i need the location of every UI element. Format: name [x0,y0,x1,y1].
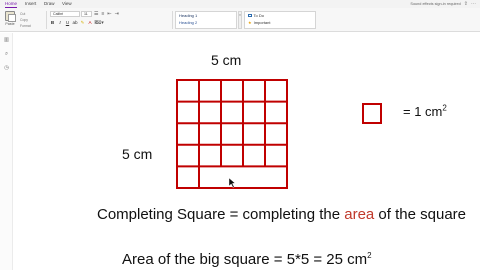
paste-button[interactable]: Paste [3,10,17,30]
ribbon-divider [46,11,47,29]
unit-equation-text: = 1 cm [403,104,443,119]
underline-icon[interactable]: U [65,20,70,26]
title-prefix: Completing Square = completing the [97,206,345,223]
numbered-list-icon[interactable]: ≡ [101,11,104,17]
styles-scroll-button[interactable]: ▾ [238,11,242,29]
search-icon[interactable]: ⌕ [0,47,13,61]
outdent-icon[interactable]: ⇤ [107,11,111,17]
style-heading-2[interactable]: Heading 2 [176,19,236,26]
tab-view[interactable]: View [62,0,72,7]
tab-insert[interactable]: Insert [25,0,36,7]
sign-in-hint[interactable]: Sound effects sign-in required [410,2,460,6]
font-color-icon[interactable]: A [88,20,93,26]
bold-icon[interactable]: B [50,20,55,26]
tag-important[interactable]: ★ Important [245,19,315,26]
unit-square-label: = 1 cm2 [403,104,447,119]
tab-draw[interactable]: Draw [44,0,55,7]
tab-home[interactable]: Home [5,0,18,8]
notebooks-icon[interactable]: ▥ [0,33,13,47]
bullet-list-icon[interactable]: ☰ [94,11,98,17]
paragraph-row-1: ☰ ≡ ⇤ ⇥ [94,11,119,17]
title-suffix: of the square [374,206,466,223]
page-title: Completing Square = completing the area … [97,206,466,223]
recent-icon[interactable]: ◷ [0,61,13,75]
unit-exponent: 2 [442,103,447,113]
font-size-dropdown[interactable]: 11 [81,11,92,17]
tag-to-do[interactable]: To Do [245,12,315,19]
big-square-grid [176,79,288,189]
grid-border [176,79,288,189]
grid-height-label: 5 cm [122,146,153,162]
area-equation-text: Area of the big square = 5*5 = 25 cm [122,251,368,268]
menu-bar: Home Insert Draw View Sound effects sign… [0,0,480,8]
clipboard-icon [5,11,16,22]
format-painter-button[interactable]: Format [20,23,31,29]
unit-square [362,103,382,124]
grid-width-label: 5 cm [211,52,242,68]
align-left-icon[interactable]: ≣ [94,20,98,26]
paste-label: Paste [5,22,15,26]
tag-important-label: Important [253,20,271,25]
checkbox-icon [248,13,252,18]
area-equation: Area of the big square = 5*5 = 25 cm2 [122,251,372,268]
italic-icon[interactable]: I [58,20,63,26]
tags-gallery: To Do ★ Important [244,11,316,29]
star-icon: ★ [248,19,252,25]
indent-icon[interactable]: ⇥ [115,11,119,17]
styles-gallery: Heading 1 Heading 2 [175,11,237,29]
title-accent: area [344,206,375,223]
mouse-cursor-icon [228,177,236,188]
paragraph-row-2: ≣ ▾ [94,20,104,26]
font-format-row: B I U ab ✎ A ⌫ [50,20,102,26]
more-options-icon[interactable]: ⋯ [471,1,476,8]
left-rail: ▥ ⌕ ◷ [0,33,13,270]
share-icon[interactable]: ⇪ [464,1,468,8]
drawing-canvas [0,0,480,270]
ribbon-divider [172,11,173,29]
grid-drawing [176,79,382,189]
clipboard-group: Cut Copy Format [20,11,31,29]
ribbon: Paste Cut Copy Format Calibri 11 B I U a… [0,8,480,32]
strikethrough-icon[interactable]: ab [73,20,78,26]
highlight-icon[interactable]: ✎ [80,20,85,26]
tag-to-do-label: To Do [253,13,264,18]
menu-bar-right: Sound effects sign-in required ⇪ ⋯ [410,0,480,8]
align-options-icon[interactable]: ▾ [101,20,104,26]
style-heading-1[interactable]: Heading 1 [176,12,236,19]
area-exponent: 2 [367,251,372,260]
font-name-dropdown[interactable]: Calibri [50,11,80,17]
